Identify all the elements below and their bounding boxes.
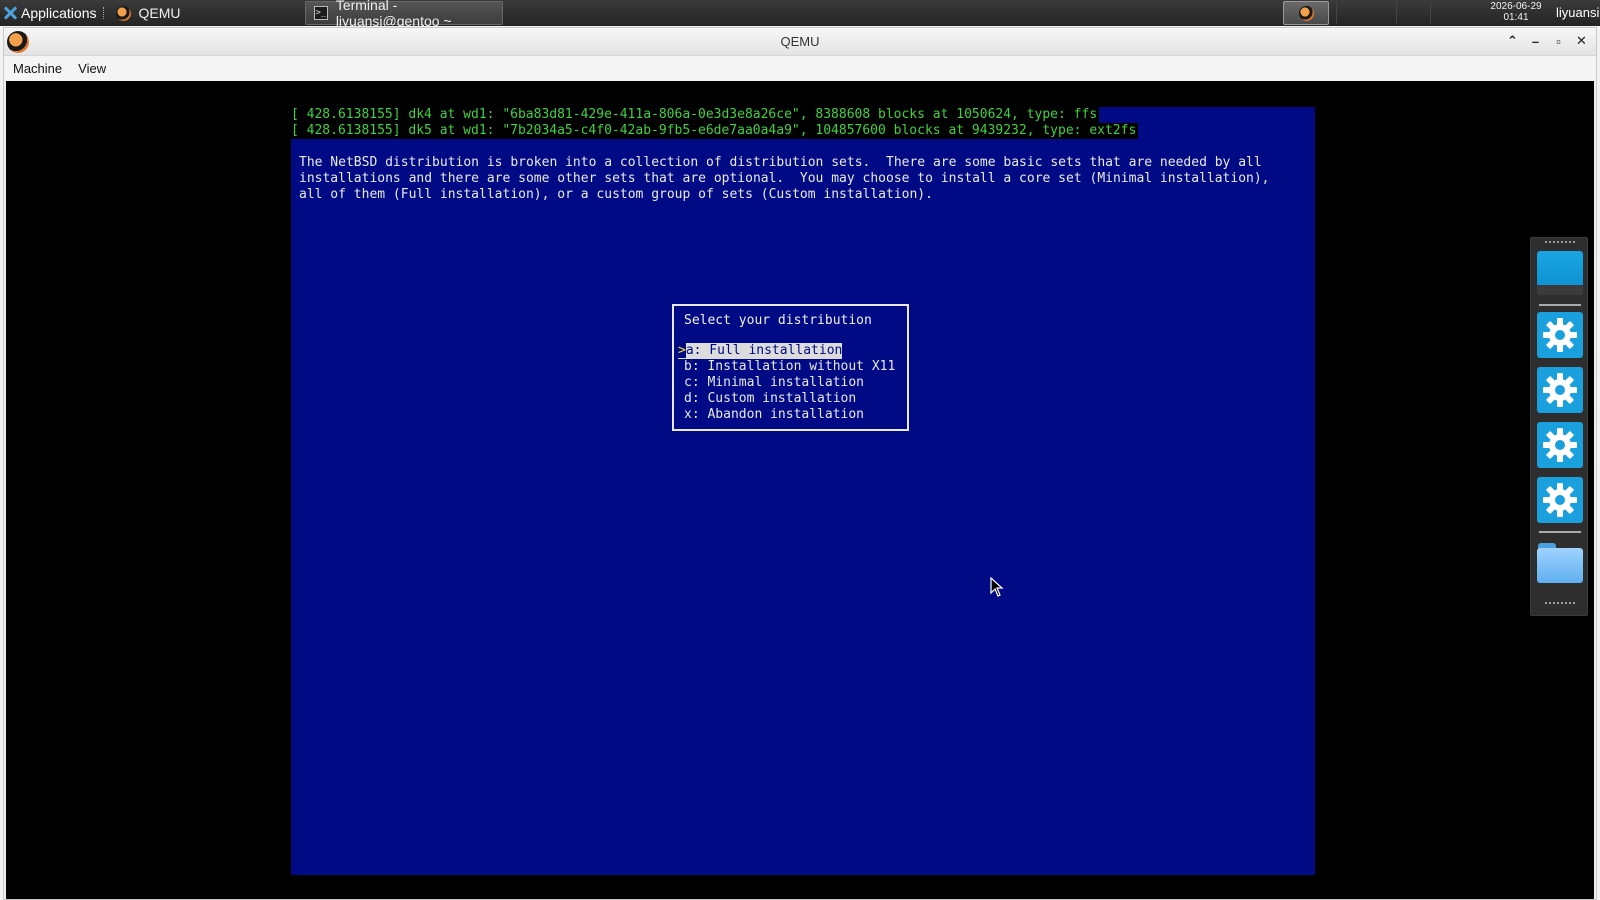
- dock-grip[interactable]: [1545, 241, 1575, 245]
- menu-item-abandon-installation[interactable]: x: Abandon installation: [678, 407, 864, 423]
- panel-separator: [1336, 2, 1337, 24]
- gear-icon: [1537, 477, 1583, 523]
- taskbar-item-terminal[interactable]: >_ Terminal - liyuansi@gentoo ~: [304, 0, 503, 29]
- dock-separator: [1539, 531, 1581, 533]
- menu-view[interactable]: View: [78, 61, 106, 76]
- gear-icon: [1537, 422, 1583, 468]
- menu-item-without-x11[interactable]: b: Installation without X11: [678, 359, 895, 375]
- kernel-log-line: [ 428.6138155] dk5 at wd1: "7b2034a5-c4f…: [291, 123, 1139, 139]
- dock-separator: [1539, 304, 1581, 306]
- clock-time: 01:41: [1503, 12, 1529, 23]
- dock-item-settings-3[interactable]: [1536, 421, 1584, 469]
- window-title: QEMU: [780, 34, 820, 49]
- menu-bar: Machine View: [4, 56, 1596, 81]
- dock-item-settings-4[interactable]: [1536, 476, 1584, 524]
- close-button[interactable]: ✕: [1575, 32, 1588, 50]
- taskbar-item-label: Terminal - liyuansi@gentoo ~: [335, 0, 452, 29]
- right-dock: [1530, 237, 1588, 616]
- gear-icon: [1537, 312, 1583, 358]
- menu-cursor: >: [678, 343, 686, 358]
- top-panel: Applications QEMU >_ Terminal - liyuansi…: [0, 0, 1600, 29]
- taskbar-item-qemu[interactable]: QEMU: [108, 1, 303, 25]
- console-screen[interactable]: [ 428.6138155] dk4 at wd1: "6ba83d81-429…: [291, 107, 1315, 875]
- user-menu-button[interactable]: liyuansi: [1556, 0, 1600, 26]
- tray-qemu-button[interactable]: [1283, 1, 1329, 25]
- vm-display[interactable]: [ 428.6138155] dk4 at wd1: "6ba83d81-429…: [6, 81, 1594, 899]
- qemu-icon: [115, 5, 131, 21]
- shade-button[interactable]: ⌃: [1506, 32, 1519, 50]
- menu-item-full-installation[interactable]: >a: Full installation: [678, 343, 843, 359]
- applications-menu-button[interactable]: Applications: [0, 0, 101, 26]
- qemu-window: QEMU ⌃ – ▫ ✕ Machine View [ 428.6138155]…: [3, 27, 1597, 900]
- folder-icon: [1537, 541, 1583, 583]
- display-icon: [1537, 251, 1583, 295]
- clock-date: 2026-06-29: [1490, 1, 1542, 12]
- gear-icon: [1537, 367, 1583, 413]
- menu-machine[interactable]: Machine: [13, 61, 62, 76]
- panel-clock[interactable]: 2026-06-29 01:41: [1474, 1, 1558, 23]
- kernel-log-line: [ 428.6138155] dk4 at wd1: "6ba83d81-429…: [291, 107, 1100, 123]
- menu-item-custom-installation[interactable]: d: Custom installation: [678, 391, 856, 407]
- panel-separator: [1396, 2, 1397, 24]
- dock-item-settings-2[interactable]: [1536, 366, 1584, 414]
- menu-item-minimal-installation[interactable]: c: Minimal installation: [678, 375, 864, 391]
- terminal-icon: >_: [313, 6, 328, 20]
- dock-grip[interactable]: [1545, 602, 1575, 606]
- minimize-button[interactable]: –: [1529, 32, 1542, 50]
- install-description: The NetBSD distribution is broken into a…: [299, 155, 1270, 202]
- panel-separator: [102, 7, 106, 19]
- taskbar-item-label: QEMU: [138, 5, 181, 21]
- dock-item-display[interactable]: [1536, 249, 1584, 297]
- window-titlebar[interactable]: QEMU ⌃ – ▫ ✕: [4, 28, 1596, 56]
- menu-item-label: a: Full installation: [685, 343, 843, 358]
- distribution-menu: Select your distribution >a: Full instal…: [672, 304, 909, 431]
- maximize-button[interactable]: ▫: [1552, 32, 1565, 50]
- xfce-logo-icon: [3, 6, 17, 20]
- mouse-pointer-icon: [990, 577, 1004, 597]
- menu-title: Select your distribution: [684, 313, 872, 328]
- dock-item-settings-1[interactable]: [1536, 311, 1584, 359]
- applications-label: Applications: [21, 5, 97, 21]
- qemu-icon: [1298, 5, 1314, 21]
- dock-item-files[interactable]: [1536, 538, 1584, 586]
- panel-separator: [1430, 2, 1431, 24]
